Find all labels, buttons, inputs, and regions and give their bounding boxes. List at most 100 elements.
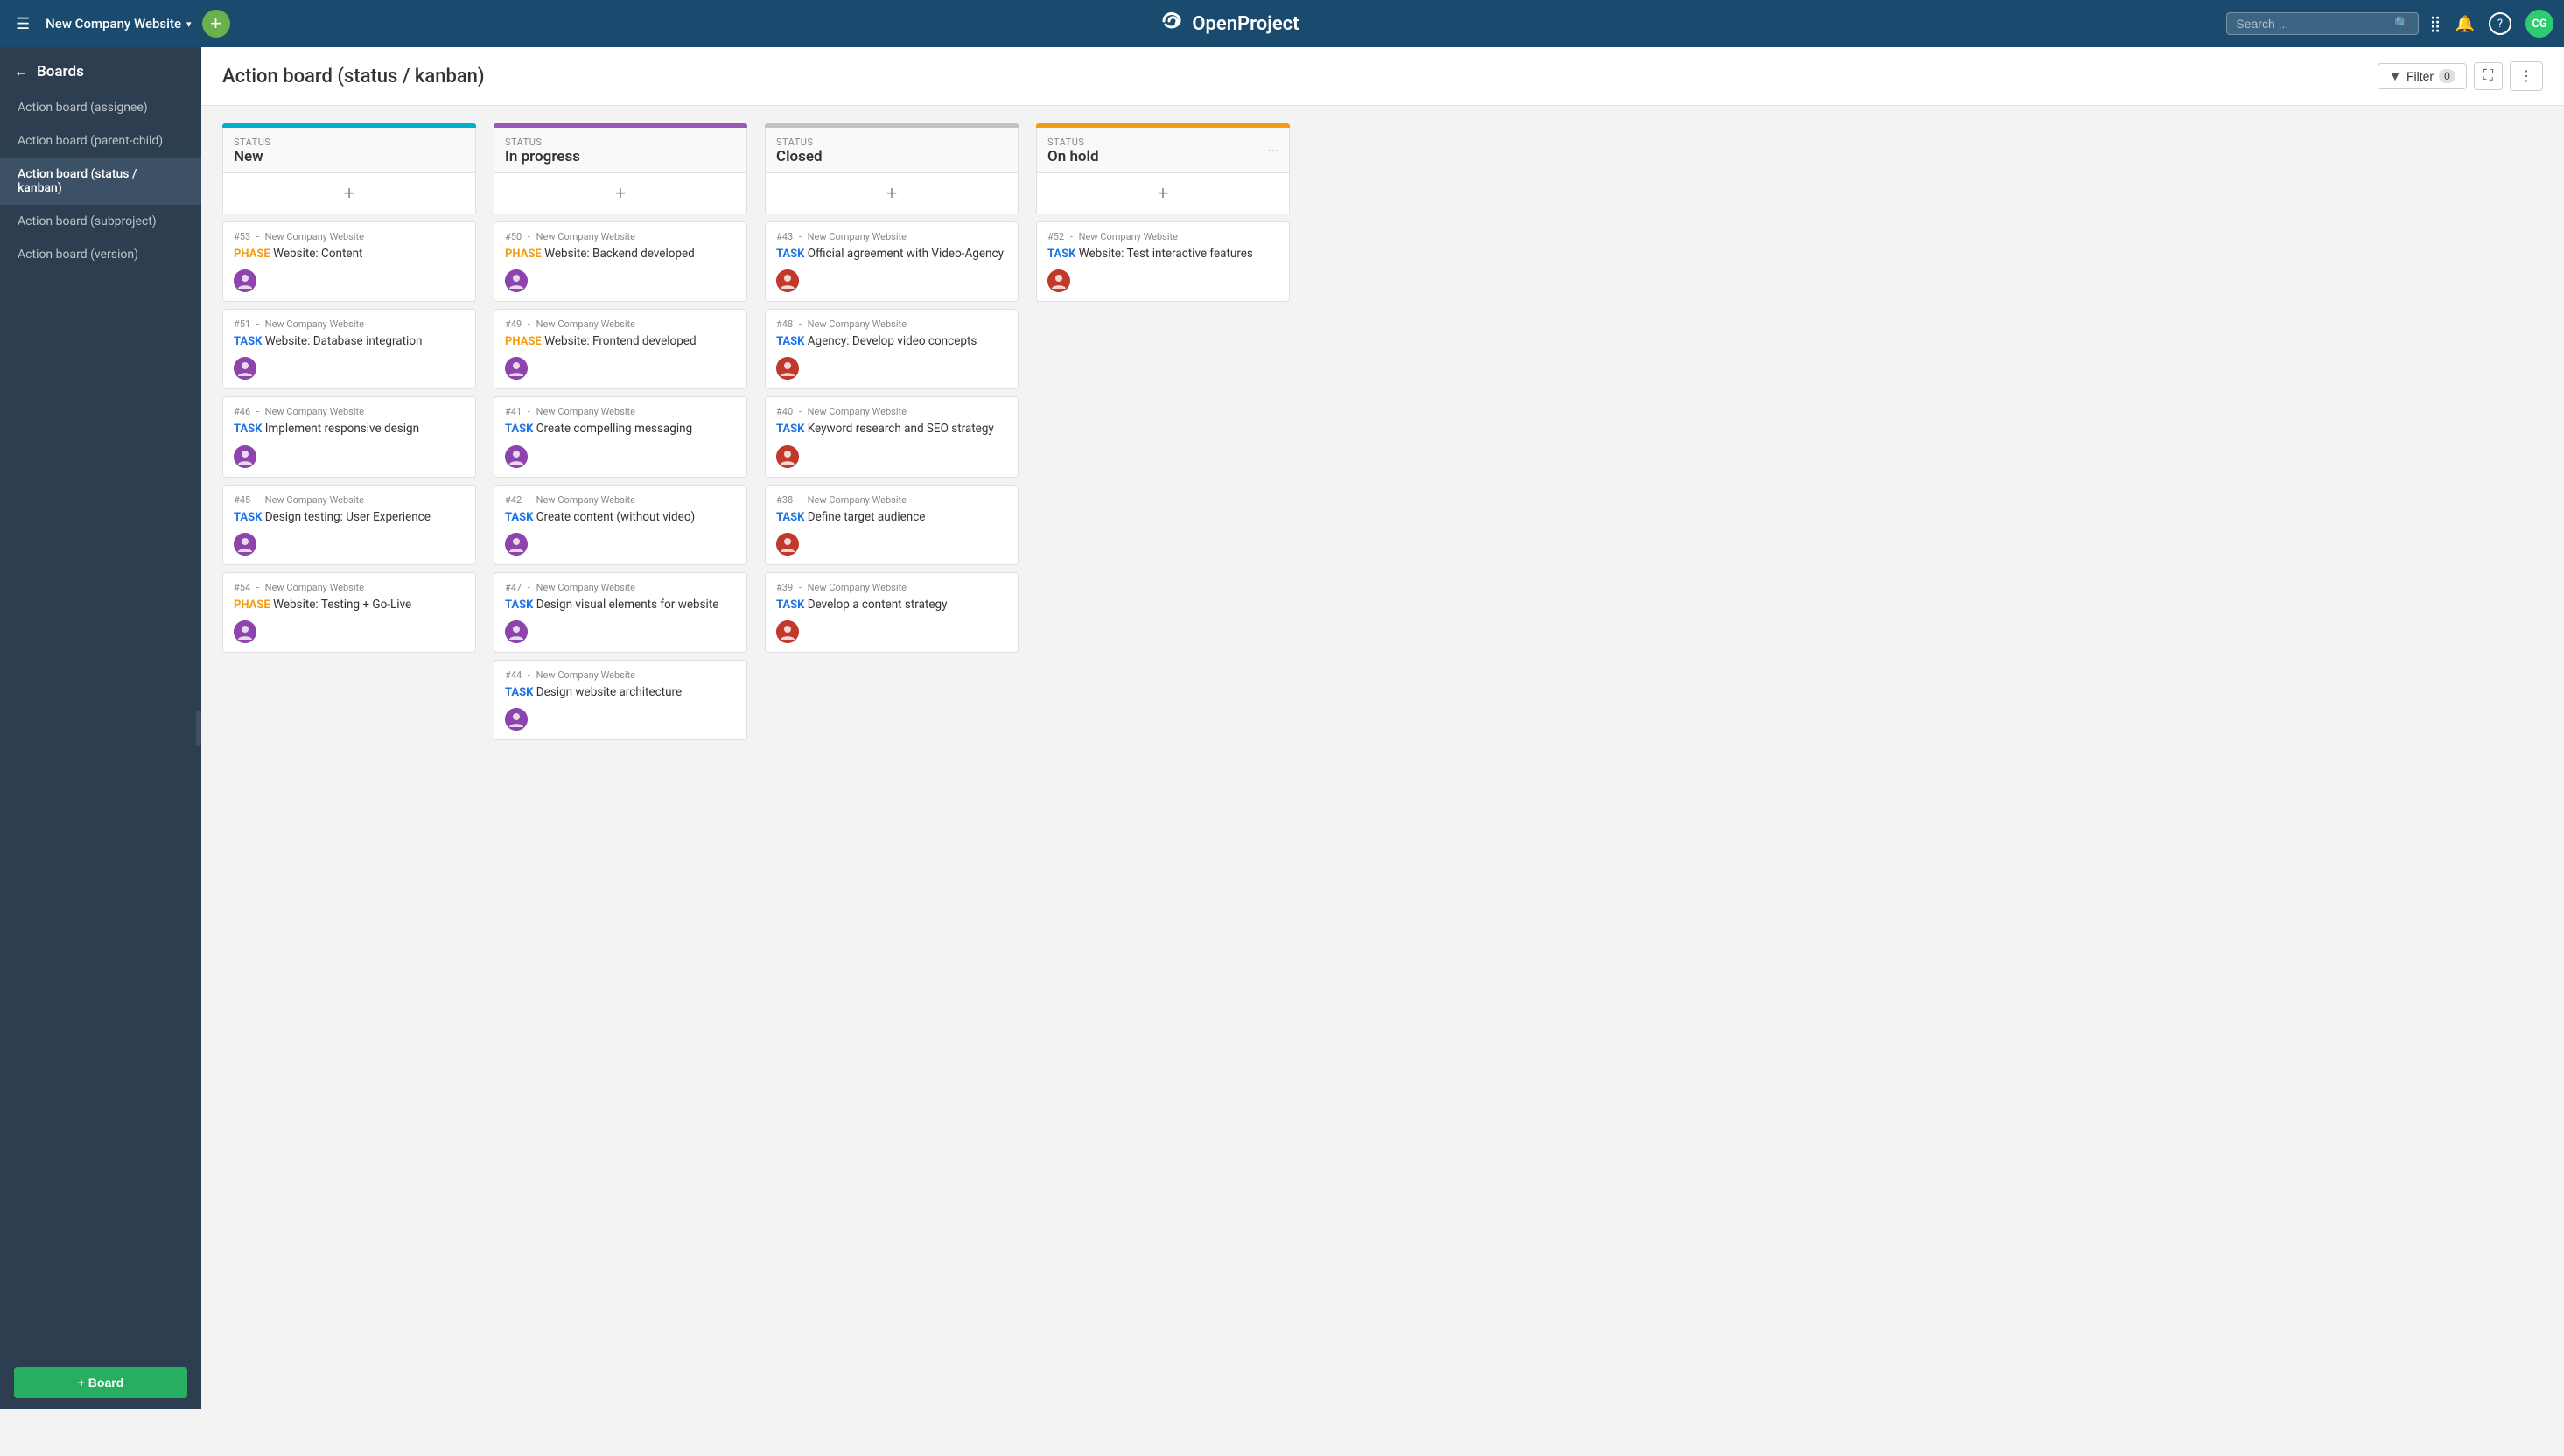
card-number: #40 xyxy=(776,406,793,417)
col-options-icon[interactable]: ··· xyxy=(1267,143,1278,159)
grid-icon[interactable]: ⣿ xyxy=(2429,15,2441,33)
notifications-icon[interactable]: 🔔 xyxy=(2455,15,2475,33)
card-project: New Company Website xyxy=(536,669,635,681)
card-title: PHASE Website: Frontend developed xyxy=(505,333,736,350)
avatar xyxy=(234,270,256,292)
cards-list-on-hold: #52 - New Company Website TASK Website: … xyxy=(1036,214,1290,1391)
back-arrow-icon[interactable]: ← xyxy=(14,63,28,80)
card-title: TASK Website: Database integration xyxy=(234,333,465,350)
add-card-button-on-hold[interactable]: + xyxy=(1036,173,1290,214)
avatar xyxy=(505,445,528,468)
sidebar-item-parent-child[interactable]: Action board (parent-child) xyxy=(0,124,201,158)
card-title: PHASE Website: Backend developed xyxy=(505,246,736,262)
card-meta: #43 - New Company Website xyxy=(776,231,1007,242)
sidebar-resize-handle[interactable] xyxy=(196,710,201,746)
col-status-label: Status xyxy=(776,136,823,148)
add-card-button-closed[interactable]: + xyxy=(765,173,1019,214)
card-number: #39 xyxy=(776,582,793,593)
search-box[interactable]: 🔍 xyxy=(2226,12,2419,35)
card-number: #41 xyxy=(505,406,522,417)
avatar xyxy=(234,620,256,643)
hamburger-icon[interactable]: ☰ xyxy=(11,11,35,37)
card-project: New Company Website xyxy=(265,494,364,506)
table-row[interactable]: #38 - New Company Website TASK Define ta… xyxy=(765,485,1019,565)
table-row[interactable]: #53 - New Company Website PHASE Website:… xyxy=(222,221,476,302)
fullscreen-button[interactable]: ⛶ xyxy=(2474,62,2503,90)
card-meta: #50 - New Company Website xyxy=(505,231,736,242)
card-project: New Company Website xyxy=(808,231,907,242)
card-meta: #46 - New Company Website xyxy=(234,406,465,417)
kanban-board: Status New + #53 - New Company Website P… xyxy=(201,106,2564,1409)
card-number: #52 xyxy=(1047,231,1064,242)
table-row[interactable]: #42 - New Company Website TASK Create co… xyxy=(494,485,747,565)
card-type-badge: TASK xyxy=(234,335,262,348)
create-button[interactable]: + xyxy=(202,10,230,38)
avatar[interactable]: CG xyxy=(2525,10,2553,38)
page-actions: ▼ Filter 0 ⛶ ⋮ xyxy=(2378,61,2543,105)
sidebar-footer: + Board xyxy=(0,1356,201,1409)
sidebar-item-status-kanban[interactable]: Action board (status / kanban) xyxy=(0,158,201,205)
table-row[interactable]: #45 - New Company Website TASK Design te… xyxy=(222,485,476,565)
search-input[interactable] xyxy=(2236,17,2387,31)
card-title-text: Keyword research and SEO strategy xyxy=(808,422,994,436)
table-row[interactable]: #39 - New Company Website TASK Develop a… xyxy=(765,572,1019,653)
card-title-text: Develop a content strategy xyxy=(808,598,948,612)
card-type-badge: TASK xyxy=(776,423,804,436)
sidebar-item-subproject[interactable]: Action board (subproject) xyxy=(0,205,201,238)
card-type-badge: TASK xyxy=(234,423,262,436)
more-options-button[interactable]: ⋮ xyxy=(2510,61,2543,91)
card-title-text: Website: Database integration xyxy=(265,334,423,348)
card-meta: #41 - New Company Website xyxy=(505,406,736,417)
add-board-button[interactable]: + Board xyxy=(14,1367,187,1398)
project-name[interactable]: New Company Website ▾ xyxy=(46,16,191,32)
page-title: Action board (status / kanban) xyxy=(222,66,485,102)
card-title: TASK Create compelling messaging xyxy=(505,421,736,438)
card-title: TASK Design testing: User Experience xyxy=(234,509,465,526)
avatar xyxy=(234,445,256,468)
table-row[interactable]: #47 - New Company Website TASK Design vi… xyxy=(494,572,747,653)
card-meta: #54 - New Company Website xyxy=(234,582,465,593)
table-row[interactable]: #51 - New Company Website TASK Website: … xyxy=(222,309,476,389)
sidebar-item-assignee[interactable]: Action board (assignee) xyxy=(0,91,201,124)
card-meta: #38 - New Company Website xyxy=(776,494,1007,506)
add-card-button-new[interactable]: + xyxy=(222,173,476,214)
card-meta: #49 - New Company Website xyxy=(505,318,736,330)
help-icon[interactable]: ? xyxy=(2489,12,2511,35)
card-type-badge: TASK xyxy=(505,686,533,699)
table-row[interactable]: #48 - New Company Website TASK Agency: D… xyxy=(765,309,1019,389)
table-row[interactable]: #40 - New Company Website TASK Keyword r… xyxy=(765,396,1019,477)
card-number: #46 xyxy=(234,406,250,417)
page-header: Action board (status / kanban) ▼ Filter … xyxy=(201,47,2564,106)
table-row[interactable]: #49 - New Company Website PHASE Website:… xyxy=(494,309,747,389)
card-meta: #47 - New Company Website xyxy=(505,582,736,593)
table-row[interactable]: #41 - New Company Website TASK Create co… xyxy=(494,396,747,477)
table-row[interactable]: #50 - New Company Website PHASE Website:… xyxy=(494,221,747,302)
card-type-badge: TASK xyxy=(234,511,262,524)
table-row[interactable]: #43 - New Company Website TASK Official … xyxy=(765,221,1019,302)
card-number: #38 xyxy=(776,494,793,506)
card-title-text: Official agreement with Video-Agency xyxy=(808,247,1004,261)
logo-icon xyxy=(1157,9,1185,38)
card-number: #48 xyxy=(776,318,793,330)
card-title: TASK Design visual elements for website xyxy=(505,597,736,613)
card-title: TASK Keyword research and SEO strategy xyxy=(776,421,1007,438)
table-row[interactable]: #46 - New Company Website TASK Implement… xyxy=(222,396,476,477)
card-title: TASK Define target audience xyxy=(776,509,1007,526)
filter-button[interactable]: ▼ Filter 0 xyxy=(2378,63,2467,89)
card-project: New Company Website xyxy=(265,231,364,242)
filter-label: Filter xyxy=(2406,69,2434,83)
card-type-badge: TASK xyxy=(505,598,533,612)
avatar xyxy=(505,357,528,380)
table-row[interactable]: #52 - New Company Website TASK Website: … xyxy=(1036,221,1290,302)
card-title-text: Website: Test interactive features xyxy=(1079,247,1253,261)
sidebar-item-version[interactable]: Action board (version) xyxy=(0,238,201,271)
card-title-text: Create content (without video) xyxy=(536,510,695,524)
add-card-button-in-progress[interactable]: + xyxy=(494,173,747,214)
table-row[interactable]: #54 - New Company Website PHASE Website:… xyxy=(222,572,476,653)
col-status-label: Status xyxy=(234,136,270,148)
card-type-badge: TASK xyxy=(776,335,804,348)
logo-text: OpenProject xyxy=(1192,13,1299,35)
avatar xyxy=(505,533,528,556)
table-row[interactable]: #44 - New Company Website TASK Design we… xyxy=(494,660,747,740)
col-status-label: Status xyxy=(1047,136,1099,148)
